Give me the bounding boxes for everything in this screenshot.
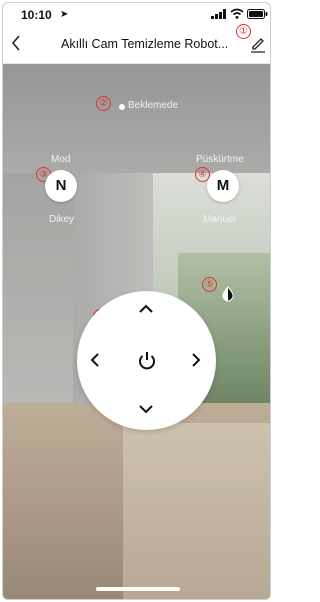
power-button[interactable] (135, 349, 159, 373)
status-bar: 10:10 ➤ (3, 3, 270, 25)
status-text: Beklemede (128, 100, 179, 111)
header: Akıllı Cam Temizleme Robot... ① (3, 24, 270, 64)
move-up-button[interactable] (134, 297, 158, 321)
page-title: Akıllı Cam Temizleme Robot... (61, 37, 229, 51)
status-time: 10:10 (21, 8, 52, 22)
chevron-left-icon (11, 35, 20, 51)
back-button[interactable] (9, 33, 29, 55)
cellular-signal-icon (211, 9, 226, 19)
chevron-up-icon (139, 304, 153, 313)
status-indicator-dot (119, 104, 125, 110)
chevron-down-icon (139, 405, 153, 414)
annotation-marker-2: ② (96, 96, 111, 111)
move-down-button[interactable] (134, 397, 158, 421)
spray-button[interactable]: M (207, 170, 239, 202)
wifi-icon (230, 8, 244, 19)
spray-label: Püskürtme (196, 154, 244, 165)
mode-value: Dikey (49, 214, 75, 225)
chevron-left-icon (90, 353, 99, 367)
spray-value: Manuel (203, 214, 236, 225)
mode-label: Mod (51, 154, 71, 165)
pencil-icon (251, 38, 265, 53)
power-icon (139, 352, 155, 370)
mode-button-letter: N (55, 177, 67, 194)
move-right-button[interactable] (184, 348, 208, 372)
direction-pad (77, 291, 216, 430)
move-left-button[interactable] (83, 348, 107, 372)
annotation-marker-5: ⑤ (202, 277, 217, 292)
location-arrow-icon: ➤ (60, 9, 69, 20)
water-drop-icon[interactable] (221, 286, 235, 302)
battery-icon (247, 9, 268, 19)
mode-button[interactable]: N (45, 170, 77, 202)
app-frame: 10:10 ➤ Akıllı Cam Temizleme Robot... ① (2, 2, 271, 600)
chevron-right-icon (192, 353, 201, 367)
home-indicator[interactable] (96, 587, 180, 591)
edit-button[interactable] (249, 35, 267, 53)
spray-button-letter: M (216, 177, 230, 194)
